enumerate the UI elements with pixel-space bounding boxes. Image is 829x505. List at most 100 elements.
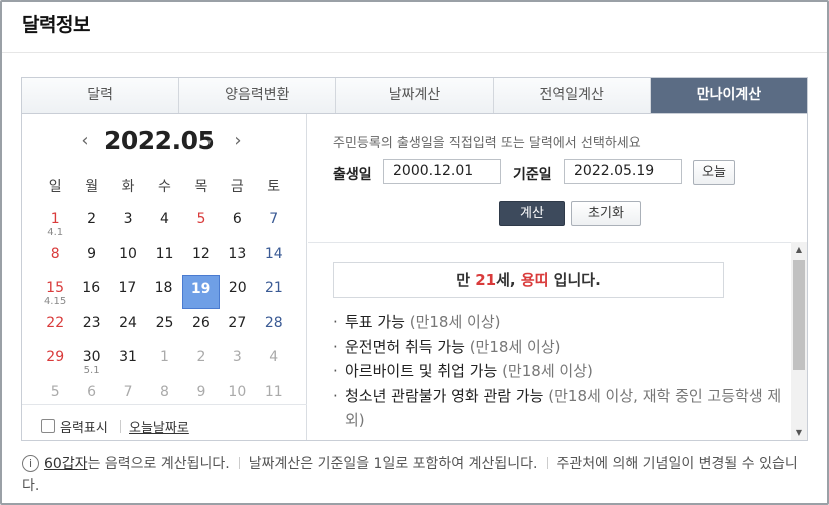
weekday-label: 금 [230,179,244,195]
calendar-day[interactable]: 22 [37,310,73,344]
day-number: 29 [46,349,65,365]
today-button[interactable]: 오늘 [693,160,735,185]
calendar-day[interactable]: 8 [37,241,73,275]
calendar-day[interactable]: 18 [145,275,181,309]
day-number: 24 [119,314,137,331]
calendar-day[interactable]: 1 [146,344,182,378]
calendar-day-selected[interactable]: 19 [181,275,220,309]
tab-age-calc[interactable]: 만나이계산 [650,78,808,113]
calendar-day[interactable]: 25 [146,310,182,344]
calendar-day[interactable]: 9 [73,241,109,275]
divider [238,457,240,469]
info-icon: i [22,455,39,472]
calendar-week-row: 29 30 5.1 31 1 2 3 4 [37,344,292,379]
day-number: 14 [264,245,283,262]
day-number: 9 [196,383,206,400]
calendar-day[interactable]: 1 4.1 [37,206,73,240]
day-number: 19 [190,281,211,297]
calendar-day[interactable]: 20 [220,275,256,309]
calendar-day[interactable]: 10 [110,241,146,275]
day-number: 2 [196,349,206,365]
calendar-day[interactable]: 4 [146,206,182,240]
calculate-button[interactable]: 계산 [499,201,565,226]
item-text: 운전면허 취득 가능 [345,337,465,356]
calendar-day[interactable]: 15 4.15 [37,275,73,309]
day-number: 4 [269,349,279,365]
bullet: · [333,362,338,380]
calendar-day[interactable]: 2 [73,206,109,240]
next-month-icon[interactable]: › [230,130,246,151]
calendar-day[interactable]: 5 [183,206,219,240]
result-scrollbar[interactable]: ▲ ▼ [791,242,807,440]
list-item: · 청소년 관람불가 영화 관람 가능 (만18세 이상, 재학 중인 고등학생 … [333,384,788,433]
weekday-label: 화 [121,179,135,195]
title-divider [2,52,827,53]
footnote: i 60갑자는 음력으로 계산됩니다. 날짜계산은 기준일을 1일로 포함하여 계산… [22,453,812,497]
base-date-input[interactable]: 2022.05.19 [564,159,682,184]
calendar-day[interactable]: 11 [146,241,182,275]
birth-date-input[interactable]: 2000.12.01 [383,159,501,184]
go-today-link[interactable]: 오늘날짜로 [129,417,189,436]
tab-lunar-solar-convert[interactable]: 양음력변환 [179,78,337,113]
scroll-up-icon[interactable]: ▲ [791,242,807,257]
day-number: 17 [118,280,137,296]
tab-date-calc[interactable]: 날짜계산 [336,78,494,113]
tab-discharge-calc[interactable]: 전역일계산 [493,78,651,113]
calendar-day[interactable]: 21 [256,275,292,309]
bullet: · [333,313,338,331]
calendar-day[interactable]: 12 [183,241,219,275]
calendar-day[interactable]: 6 [219,206,255,240]
list-item: · 운전면허 취득 가능 (만18세 이상) [333,335,788,360]
calendar-day[interactable]: 27 [219,310,255,344]
calendar-day[interactable]: 4 [256,344,292,378]
calendar-day[interactable]: 23 [73,310,109,344]
prev-month-icon[interactable]: ‹ [77,130,93,151]
list-item: · 아르바이트 및 취업 가능 (만18세 이상) [333,359,788,384]
item-text: 청소년 관람불가 영화 관람 가능 [345,386,544,405]
calendar-day[interactable]: 24 [110,310,146,344]
calendar-day[interactable]: 29 [37,344,73,378]
day-number: 21 [265,280,283,296]
calendar-day[interactable]: 26 [183,310,219,344]
calendar-day[interactable]: 16 [73,275,109,309]
year-month-label[interactable]: 2022.05 [104,126,215,155]
lunar-display-checkbox[interactable] [41,419,55,433]
day-number: 10 [228,383,247,400]
calendar-day[interactable]: 28 [256,310,292,344]
day-number: 5 [50,383,60,400]
sexagenary-cycle-link[interactable]: 60갑자 [44,456,88,472]
day-number: 10 [119,245,137,262]
scroll-thumb[interactable] [793,260,805,370]
day-number: 7 [269,211,279,227]
calendar-day[interactable]: 3 [110,206,146,240]
calendar-week-row: 8 9 10 11 12 13 14 [37,241,292,276]
calendar-day[interactable]: 14 [256,241,292,275]
item-note: (만18세 이상) [464,337,561,356]
calendar-day[interactable]: 30 5.1 [73,344,109,378]
lunar-date: 4.15 [43,296,67,307]
calendar-day[interactable]: 7 [256,206,292,240]
weekday-label: 월 [85,179,99,195]
calendar-day[interactable]: 3 [219,344,255,378]
chevron-down-icon[interactable]: ▾ [207,138,212,148]
day-number: 27 [228,314,247,331]
day-number: 2 [87,211,97,227]
calendar-week-row: 1 4.1 2 3 4 5 6 7 [37,206,292,241]
reset-button[interactable]: 초기화 [571,201,641,226]
item-text: 아르바이트 및 취업 가능 [345,362,498,380]
calendar-day[interactable]: 31 [110,344,146,378]
day-number: 3 [123,211,133,227]
lunar-display-label[interactable]: 음력표시 [60,417,108,436]
calendar-day[interactable]: 13 [219,241,255,275]
age-result: 만 21세, 용띠 입니다. [333,262,724,298]
day-number: 7 [123,383,133,400]
day-number: 18 [154,280,173,296]
calendar-day[interactable]: 17 [109,275,145,309]
scroll-down-icon[interactable]: ▼ [791,425,807,440]
result-prefix: 만 [456,271,476,289]
form-hint: 주민등록의 출생일을 직접입력 또는 달력에서 선택하세요 [333,136,641,151]
day-number: 25 [155,314,174,331]
tab-calendar[interactable]: 달력 [22,78,180,113]
calendar-day[interactable]: 2 [183,344,219,378]
zodiac-value: 용띠 [520,271,549,289]
